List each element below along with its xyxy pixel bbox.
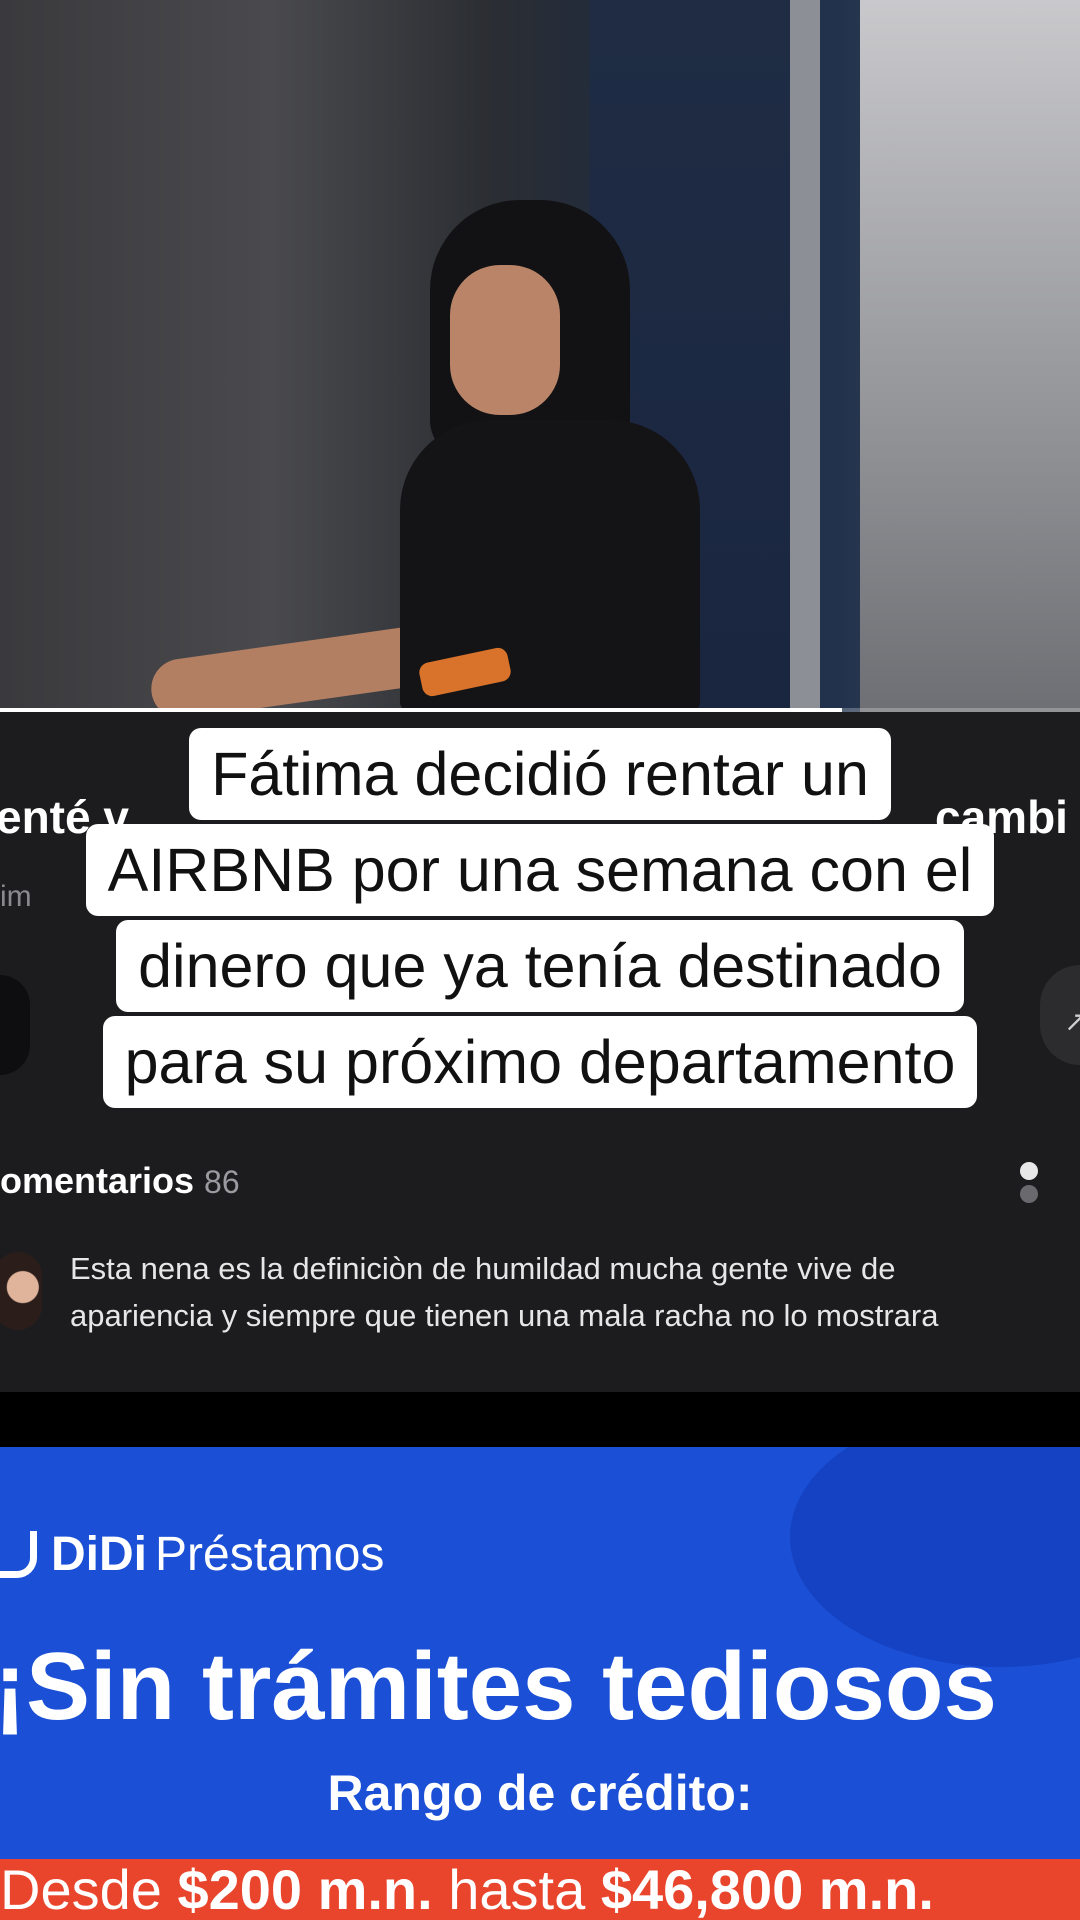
caption-line-3: dinero que ya tenía destinado [116, 920, 964, 1012]
door-frame [790, 0, 820, 712]
ad-range-to: $46,800 m.n. [600, 1858, 934, 1920]
carousel-dot [1020, 1185, 1038, 1203]
carousel-dot-active [1020, 1162, 1038, 1180]
ad-range-prefix: Desde [0, 1858, 178, 1920]
comment-line-1: Esta nena es la definiciòn de humildad m… [70, 1251, 896, 1286]
caption-line-4: para su próximo departamento [102, 1016, 978, 1108]
ad-brand: DiDi Préstamos [0, 1527, 384, 1582]
divider-gap [0, 1392, 1080, 1447]
caption-overlay: Fátima decidió rentar un AIRBNB por una … [0, 728, 1080, 1112]
caption-line-1: Fátima decidió rentar un [189, 728, 891, 820]
person-face [450, 265, 560, 415]
caption-line-2: AIRBNB por una semana con el [85, 824, 995, 916]
comments-header[interactable]: omentarios 86 [0, 1160, 240, 1202]
video-player[interactable] [0, 0, 1080, 712]
comment-line-2: apariencia y siempre que tienen una mala… [70, 1298, 939, 1333]
comments-title: omentarios [0, 1160, 195, 1201]
ad-brand-name: DiDi [51, 1528, 147, 1581]
comments-count: 86 [204, 1164, 240, 1200]
comment-text: Esta nena es la definiciòn de humildad m… [70, 1245, 1080, 1339]
ad-banner[interactable]: DiDi Préstamos ¡Sin trámites tediosos Ra… [0, 1447, 1080, 1920]
ad-product-name: Préstamos [155, 1528, 385, 1581]
ad-range-mid: hasta [432, 1858, 601, 1920]
ad-range-label: Rango de crédito: [327, 1765, 753, 1821]
ad-range-bar: Desde $200 m.n. hasta $46,800 m.n. [0, 1859, 1080, 1920]
carousel-dots [1020, 1162, 1080, 1208]
ad-headline: ¡Sin trámites tediosos [0, 1633, 997, 1740]
didi-logo-icon [0, 1531, 37, 1578]
background-corridor [860, 0, 1080, 712]
ad-range-from: $200 m.n. [177, 1858, 433, 1920]
commenter-avatar[interactable] [0, 1252, 42, 1330]
